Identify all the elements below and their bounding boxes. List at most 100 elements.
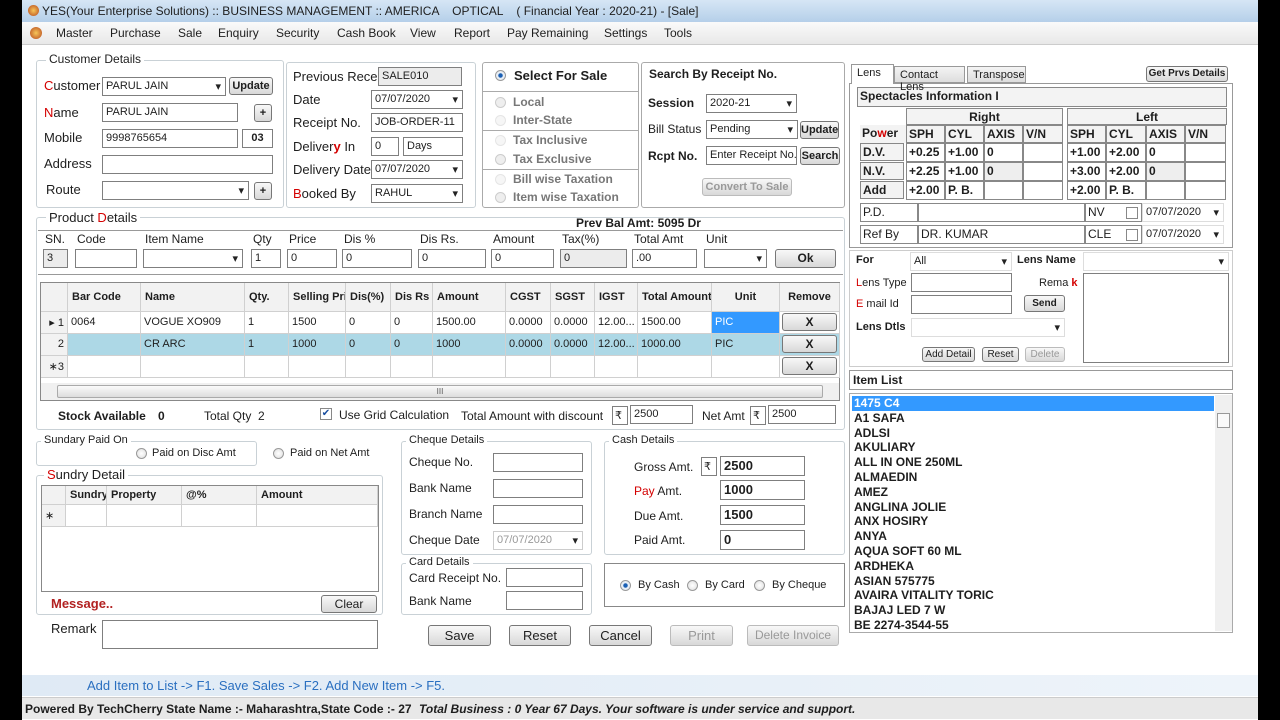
item-list-entry[interactable]: BE 2274-3544-55 — [852, 618, 1214, 633]
entry-field-total-amt[interactable]: .00 — [632, 249, 697, 268]
booked-by-select[interactable]: RAHUL — [371, 184, 463, 203]
add-name-button[interactable]: + — [254, 104, 272, 122]
add-detail-button[interactable]: Add Detail — [922, 347, 975, 362]
spec-value-cell[interactable]: +2.00 — [1067, 181, 1106, 200]
cheque-no-input[interactable] — [493, 453, 583, 472]
address-input[interactable] — [102, 155, 273, 174]
clear-button[interactable]: Clear — [321, 595, 377, 613]
grid-cell[interactable] — [289, 356, 346, 378]
grid-cell[interactable]: 1500.00 — [433, 312, 506, 334]
grid-cell[interactable]: 1000 — [289, 334, 346, 356]
spec-value-cell[interactable]: +2.00 — [1106, 162, 1146, 181]
item-list-entry[interactable]: AQUA SOFT 60 ML — [852, 544, 1214, 559]
remark-input[interactable] — [102, 620, 378, 649]
nv-checkbox[interactable] — [1126, 207, 1138, 219]
paid-on-disc-radio[interactable] — [136, 448, 147, 459]
item-list-entry[interactable]: ADLSI — [852, 426, 1214, 441]
item-list-entry[interactable]: A1 SAFA — [852, 411, 1214, 426]
entry-field-dis-[interactable]: 0 — [342, 249, 412, 268]
bill-wise-radio[interactable] — [495, 174, 506, 185]
rcpt-no-input[interactable]: Enter Receipt No. — [706, 146, 797, 165]
lens-delete-button[interactable]: Delete — [1025, 347, 1065, 362]
grid-cell[interactable]: 1000.00 — [638, 334, 712, 356]
item-list-entry[interactable]: ANX HOSIRY — [852, 514, 1214, 529]
grid-cell[interactable]: 0.0000 — [506, 312, 551, 334]
grid-cell[interactable]: 12.00... — [595, 334, 638, 356]
spec-value-cell[interactable]: 0 — [984, 162, 1023, 181]
app-menu-icon[interactable] — [30, 27, 42, 39]
lens-remark-input[interactable] — [1083, 273, 1229, 363]
mobile-input[interactable]: 9998765654 — [102, 129, 238, 148]
grid-cell[interactable]: 0 — [391, 334, 433, 356]
due-amt-input[interactable]: 1500 — [720, 505, 805, 525]
menu-security[interactable]: Security — [276, 26, 319, 40]
name-input[interactable]: PARUL JAIN — [102, 103, 238, 122]
email-input[interactable] — [911, 295, 1012, 314]
gross-amt-input[interactable]: 2500 — [720, 456, 805, 476]
grid-cell[interactable] — [638, 356, 712, 378]
tab-contact-lens[interactable]: Contact Lens — [894, 66, 965, 93]
tab-lens[interactable]: Lens — [851, 64, 894, 84]
spec-value-cell[interactable] — [1146, 181, 1185, 200]
grid-cell[interactable]: 1500.00 — [638, 312, 712, 334]
add-route-button[interactable]: + — [254, 182, 272, 200]
local-radio[interactable] — [495, 97, 506, 108]
grid-cell[interactable]: 12.00... — [595, 312, 638, 334]
spec-value-cell[interactable] — [1185, 181, 1226, 200]
grid-cell[interactable]: 0.0000 — [551, 312, 595, 334]
spec-value-cell[interactable]: +1.00 — [1067, 143, 1106, 162]
grid-cell[interactable] — [712, 356, 780, 378]
sundry-cell[interactable] — [257, 505, 378, 527]
spec-value-cell[interactable] — [1023, 181, 1063, 200]
grid-cell[interactable]: 0 — [391, 312, 433, 334]
send-button[interactable]: Send — [1024, 295, 1065, 312]
net-amt-input[interactable]: 2500 — [768, 405, 836, 424]
cancel-button[interactable]: Cancel — [589, 625, 652, 646]
grid-cell[interactable]: PIC — [712, 312, 780, 334]
spec-value-cell[interactable]: +2.00 — [906, 181, 945, 200]
remove-row-button[interactable]: X — [782, 357, 837, 375]
grid-cell[interactable] — [391, 356, 433, 378]
save-button[interactable]: Save — [428, 625, 491, 646]
use-grid-checkbox[interactable]: ✔ — [320, 408, 332, 420]
select-for-sale-radio[interactable] — [495, 70, 506, 81]
spec-value-cell[interactable]: P. B. — [945, 181, 984, 200]
entry-field-dis-rs-[interactable]: 0 — [418, 249, 486, 268]
customer-select[interactable]: PARUL JAIN — [102, 77, 226, 96]
nv-date-picker[interactable]: 07/07/2020 — [1142, 203, 1224, 222]
menu-tools[interactable]: Tools — [664, 26, 692, 40]
item-list-entry[interactable]: ANGLINA JOLIE — [852, 500, 1214, 515]
lens-details-select[interactable] — [911, 318, 1065, 337]
session-select[interactable]: 2020-21 — [706, 94, 797, 113]
for-select[interactable]: All — [910, 252, 1012, 271]
grid-cell[interactable]: 1 — [245, 312, 289, 334]
grid-cell[interactable] — [68, 356, 141, 378]
branch-name-input[interactable] — [493, 505, 583, 524]
sundry-cell[interactable] — [182, 505, 257, 527]
item-list-scrollbar[interactable] — [1215, 395, 1232, 631]
tax-exclusive-radio[interactable] — [495, 154, 506, 165]
sundry-cell[interactable] — [107, 505, 182, 527]
grid-cell[interactable] — [141, 356, 245, 378]
item-list-entry[interactable]: ASIAN 575775 — [852, 574, 1214, 589]
scrollbar-thumb[interactable]: III — [57, 385, 823, 398]
entry-field-item-name[interactable] — [143, 249, 243, 268]
bill-status-update-button[interactable]: Update — [800, 121, 839, 139]
spec-value-cell[interactable]: 0 — [1146, 162, 1185, 181]
item-list-entry[interactable]: ALL IN ONE 250ML — [852, 455, 1214, 470]
by-card-radio[interactable] — [687, 580, 698, 591]
spec-value-cell[interactable]: +3.00 — [1067, 162, 1106, 181]
spec-value-cell[interactable]: +2.00 — [1106, 143, 1146, 162]
search-button[interactable]: Search — [800, 147, 840, 165]
grid-cell[interactable]: 1000 — [433, 334, 506, 356]
spec-value-cell[interactable] — [1185, 143, 1226, 162]
grid-cell[interactable]: 1 — [245, 334, 289, 356]
item-list-entry[interactable]: AVAIRA VITALITY TORIC — [852, 588, 1214, 603]
entry-field-price[interactable]: 0 — [287, 249, 337, 268]
item-list-entry[interactable]: 1475 C4 — [852, 396, 1214, 411]
tab-transpose[interactable]: Transpose — [967, 66, 1026, 83]
inter-state-radio[interactable] — [495, 115, 506, 126]
grid-cell[interactable]: PIC — [712, 334, 780, 356]
grid-cell[interactable] — [595, 356, 638, 378]
item-list-entry[interactable]: AKULIARY — [852, 440, 1214, 455]
